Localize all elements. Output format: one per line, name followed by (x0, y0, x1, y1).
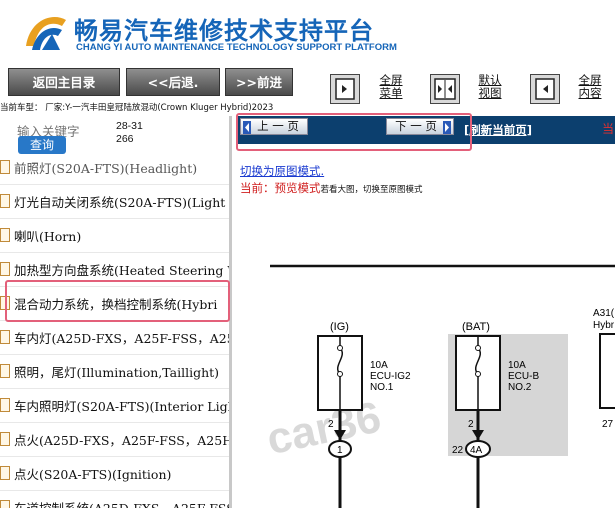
list-item-label: 照明，尾灯(Illumination,Taillight) (14, 365, 220, 380)
list-item[interactable]: 点火(A25D-FXS，A25F-FSS，A25H- (0, 422, 229, 456)
nav-highlight (236, 113, 472, 151)
vehicle-info: 当前车型： 厂家:Y-一汽丰田皇冠陆放混动(Crown Kluger Hybri… (0, 103, 274, 113)
component-a31 (599, 333, 615, 409)
list-item[interactable]: 车内照明灯(S20A-FTS)(Interior Light (0, 388, 229, 422)
list-item[interactable]: 车内灯(A25D-FXS，A25F-FSS，A25 (0, 320, 229, 354)
list-item[interactable]: 点火(S20A-FTS)(Ignition) (0, 456, 229, 490)
list-item[interactable]: 灯光自动关闭系统(S20A-FTS)(Light (0, 184, 229, 218)
list-item-label: 喇叭(Horn) (14, 229, 82, 244)
fuse1-no: NO.1 (370, 382, 394, 393)
label-hybr: Hybr (593, 320, 615, 331)
list-item-label: 灯光自动关闭系统(S20A-FTS)(Light (14, 195, 226, 210)
document-icon (0, 398, 10, 412)
label-ig: (IG) (330, 321, 349, 333)
selected-item-highlight (5, 280, 230, 322)
default-view-icon (434, 78, 456, 100)
document-icon (0, 194, 10, 208)
wiring-diagram: car36 (IG) 10A ECU-IG2 NO.1 2 1 (BAT) 10… (262, 264, 615, 508)
mode-hint: 若看大图，切换至原图模式 (320, 185, 423, 195)
mode-status: 当前：预览模式若看大图，切换至原图模式 (240, 180, 423, 196)
full-content-icon (535, 78, 555, 100)
list-item-label: 加热型方向盘系统(Heated Steering W (14, 263, 229, 278)
full-menu-label[interactable]: 全屏菜单 (377, 74, 405, 100)
full-menu-icon (335, 78, 355, 100)
toolbar: 返回主目录 <<后退. >>前进 全屏菜单 默认视图 全屏内容 (0, 64, 615, 104)
label-bat: (BAT) (462, 321, 490, 333)
list-item-label: 车内灯(A25D-FXS，A25F-FSS，A25 (14, 331, 229, 346)
document-icon (0, 330, 10, 344)
list-item-label: 车道控制系统(A25D-FXS，A25F-FSS (14, 498, 229, 508)
refresh-link[interactable]: [刷新当前页] (464, 122, 532, 138)
default-view-label[interactable]: 默认视图 (476, 74, 504, 100)
document-icon (0, 228, 10, 242)
fuse2-no: NO.2 (508, 382, 532, 393)
code-text: 28-31266 (116, 120, 143, 145)
header: 畅易汽车维修技术支持平台 CHANG YI AUTO MAINTENANCE T… (0, 0, 615, 64)
list-item[interactable]: 喇叭(Horn) (0, 218, 229, 252)
list-item-label: 点火(A25D-FXS，A25F-FSS，A25H- (14, 433, 229, 448)
pin-2a: 2 (328, 419, 334, 430)
conn-4a-label: 4A (470, 445, 483, 456)
conn-1-label: 1 (337, 445, 343, 456)
fuse2-name: ECU-B (508, 371, 539, 382)
pin-27: 27 (602, 419, 614, 430)
pin-2b: 2 (468, 419, 474, 430)
pin-22: 22 (452, 445, 464, 456)
list-item-label: 前照灯(S20A-FTS)(Headlight) (14, 161, 198, 176)
list-item[interactable]: 前照灯(S20A-FTS)(Headlight) (0, 150, 229, 184)
fuse2-amp: 10A (508, 360, 526, 371)
site-subtitle: CHANG YI AUTO MAINTENANCE TECHNOLOGY SUP… (76, 42, 397, 53)
partial-label: 当 (602, 122, 615, 136)
document-icon (0, 500, 10, 508)
changyi-logo-icon (26, 17, 66, 50)
document-icon (0, 466, 10, 480)
list-item-label: 车内照明灯(S20A-FTS)(Interior Light (14, 399, 229, 414)
full-content-button[interactable] (530, 74, 560, 104)
default-view-button[interactable] (430, 74, 460, 104)
fuse1-amp: 10A (370, 360, 388, 371)
document-icon (0, 160, 10, 174)
full-menu-button[interactable] (330, 74, 360, 104)
back-button[interactable]: <<后退. (126, 68, 220, 96)
mode-name: 预览模式 (274, 181, 321, 195)
mode-prefix: 当前： (240, 181, 275, 195)
list-item-label: 点火(S20A-FTS)(Ignition) (14, 467, 172, 482)
home-button[interactable]: 返回主目录 (8, 68, 120, 96)
forward-button[interactable]: >>前进 (225, 68, 293, 96)
full-content-label[interactable]: 全屏内容 (576, 74, 604, 100)
site-title: 畅易汽车维修技术支持平台 (74, 17, 374, 45)
document-icon (0, 364, 10, 378)
label-a31: A31( (593, 308, 615, 319)
list-item[interactable]: 照明，尾灯(Illumination,Taillight) (0, 354, 229, 388)
switch-original-link[interactable]: 切换为原图模式. (240, 163, 324, 179)
list-item[interactable]: 车道控制系统(A25D-FXS，A25F-FSS (0, 490, 229, 508)
content-pane: 上 一 页 下 一 页 [刷新当前页] 当 切换为原图模式. 当前：预览模式若看… (236, 116, 615, 508)
document-icon (0, 262, 10, 276)
fuse1-name: ECU-IG2 (370, 371, 411, 382)
document-icon (0, 432, 10, 446)
